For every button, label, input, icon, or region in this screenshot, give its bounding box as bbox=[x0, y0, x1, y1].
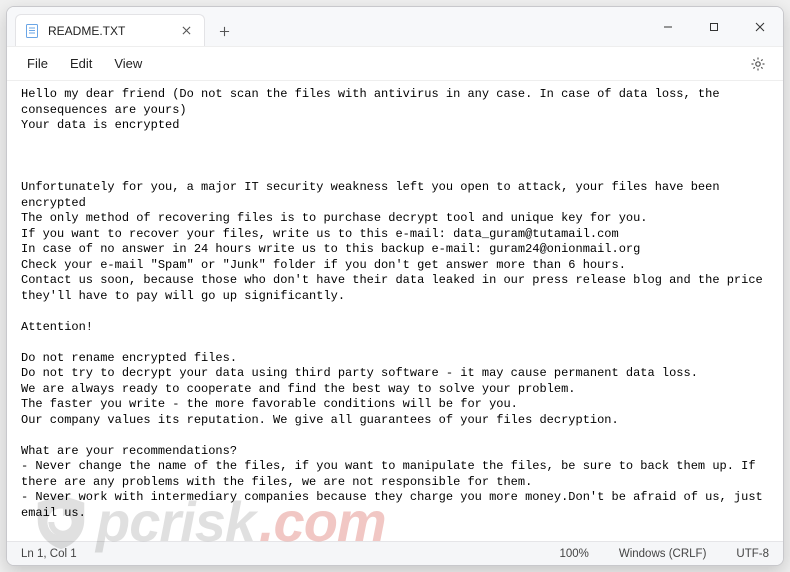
notepad-file-icon bbox=[24, 23, 40, 39]
settings-button[interactable] bbox=[743, 49, 773, 79]
menu-file[interactable]: File bbox=[17, 52, 58, 75]
text-editor[interactable]: Hello my dear friend (Do not scan the fi… bbox=[7, 81, 783, 541]
menu-view[interactable]: View bbox=[104, 52, 152, 75]
tab-title: README.TXT bbox=[48, 24, 125, 38]
maximize-button[interactable] bbox=[691, 7, 737, 46]
window-controls bbox=[645, 7, 783, 46]
menu-edit[interactable]: Edit bbox=[60, 52, 102, 75]
tab-strip: README.TXT bbox=[7, 7, 239, 46]
status-line-ending[interactable]: Windows (CRLF) bbox=[619, 548, 707, 560]
editor-area: Hello my dear friend (Do not scan the fi… bbox=[7, 81, 783, 541]
titlebar: README.TXT bbox=[7, 7, 783, 47]
status-encoding[interactable]: UTF-8 bbox=[736, 548, 769, 560]
menubar: File Edit View bbox=[7, 47, 783, 81]
new-tab-button[interactable] bbox=[209, 16, 239, 46]
notepad-window: README.TXT File Edit View bbox=[6, 6, 784, 566]
status-cursor-position: Ln 1, Col 1 bbox=[21, 548, 77, 560]
document-tab[interactable]: README.TXT bbox=[15, 14, 205, 46]
minimize-button[interactable] bbox=[645, 7, 691, 46]
tab-close-button[interactable] bbox=[178, 23, 194, 39]
statusbar: Ln 1, Col 1 100% Windows (CRLF) UTF-8 bbox=[7, 541, 783, 565]
status-zoom[interactable]: 100% bbox=[559, 548, 588, 560]
window-close-button[interactable] bbox=[737, 7, 783, 46]
